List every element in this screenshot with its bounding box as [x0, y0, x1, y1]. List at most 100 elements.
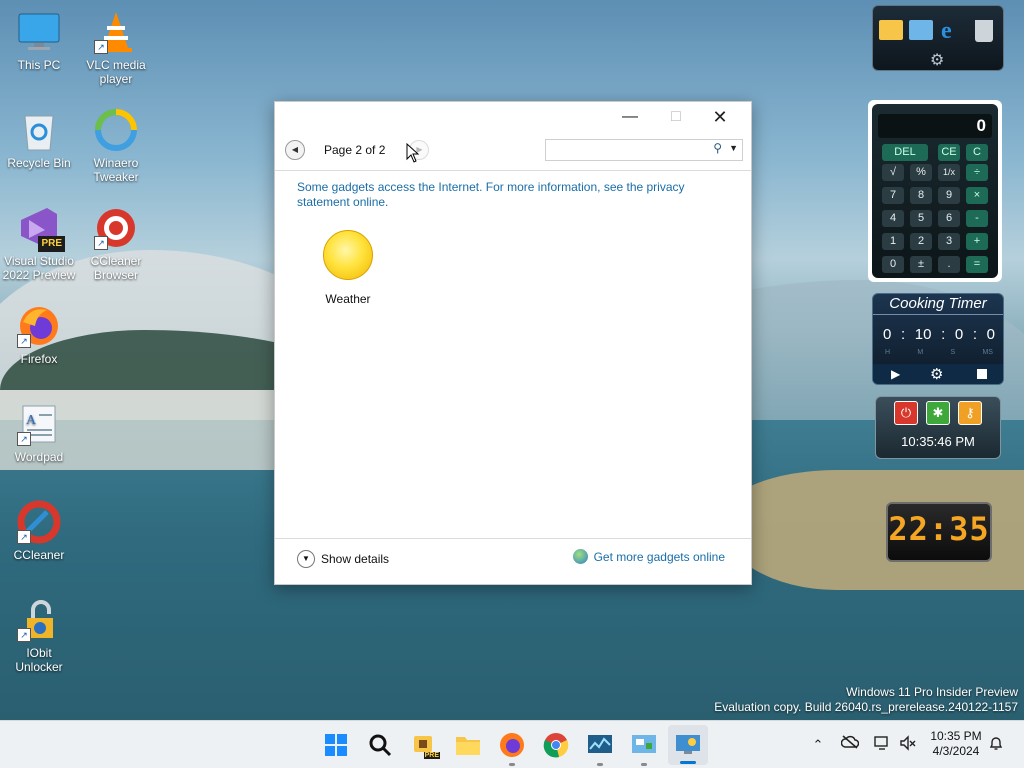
calc-decimal-button[interactable]: .: [938, 256, 960, 273]
taskbar-control-panel[interactable]: [628, 729, 660, 766]
trash-icon[interactable]: [975, 20, 993, 42]
notification-bell-icon[interactable]: [986, 735, 1006, 755]
desktop-icon-label: This PC: [17, 58, 61, 72]
shortcut-arrow-icon: ↗: [94, 40, 108, 54]
show-hidden-icons-button[interactable]: ⌃: [808, 735, 828, 755]
previous-page-button[interactable]: ◀: [285, 140, 305, 160]
privacy-notice-link[interactable]: Some gadgets access the Internet. For mo…: [297, 180, 717, 210]
windows-logo-icon: [325, 734, 347, 756]
stop-icon[interactable]: [977, 369, 987, 379]
calc-4-button[interactable]: 4: [882, 210, 904, 227]
desktop-icon-winaero[interactable]: Winaero Tweaker: [78, 108, 154, 184]
control-panel-icon[interactable]: [909, 20, 933, 40]
calc-5-button[interactable]: 5: [910, 210, 932, 227]
calc-2-button[interactable]: 2: [910, 233, 932, 250]
taskbar-chrome[interactable]: [540, 729, 572, 761]
running-indicator: [641, 763, 647, 766]
taskbar-gadgets-active[interactable]: [668, 725, 708, 765]
volume-muted-icon[interactable]: [898, 735, 918, 755]
folder-icon[interactable]: [879, 20, 903, 40]
get-more-gadgets-link[interactable]: Get more gadgets online: [572, 549, 725, 564]
start-button[interactable]: [320, 729, 352, 761]
calc-divide-button[interactable]: ÷: [966, 164, 988, 181]
chevron-down-icon[interactable]: ▼: [729, 143, 738, 153]
gadget-label: Weather: [325, 292, 371, 306]
lock-key-icon[interactable]: ⚷: [958, 401, 982, 425]
calc-multiply-button[interactable]: ×: [966, 187, 988, 204]
timer-unit-label: H: [885, 349, 891, 356]
desktop-icon-firefox[interactable]: ↗ Firefox: [1, 304, 77, 366]
gadget-search-box[interactable]: ⚲ ▼: [545, 139, 743, 161]
calc-reciprocal-button[interactable]: 1/x: [938, 164, 960, 181]
timer-unit-label: MS: [982, 349, 993, 356]
calc-c-button[interactable]: C: [966, 144, 988, 161]
gear-icon[interactable]: ⚙: [930, 50, 944, 70]
clock-date: 4/3/2024: [932, 744, 980, 758]
gadget-weather[interactable]: Weather: [311, 230, 385, 306]
show-details-button[interactable]: ▼ Show details: [297, 550, 389, 568]
calc-plus-button[interactable]: +: [966, 233, 988, 250]
calc-6-button[interactable]: 6: [938, 210, 960, 227]
calc-ce-button[interactable]: CE: [938, 144, 960, 161]
cooking-timer-gadget: Cooking Timer 0 : 10 : 0 : 0 H M S MS ▶ …: [872, 293, 1004, 385]
onedrive-offline-icon[interactable]: [840, 735, 860, 755]
desktop-icon-recycle-bin[interactable]: Recycle Bin: [1, 108, 77, 170]
shortcut-arrow-icon: ↗: [17, 530, 31, 544]
taskbar-clock[interactable]: 10:35 PM 4/3/2024: [926, 729, 986, 759]
desktop-icon-visual-studio[interactable]: PRE Visual Studio 2022 Preview: [1, 206, 77, 282]
ccleaner-browser-icon: ↗: [94, 206, 138, 250]
vlc-cone-icon: ↗: [94, 10, 138, 54]
running-indicator: [597, 763, 603, 766]
calc-1-button[interactable]: 1: [882, 233, 904, 250]
desktop-icon-vlc[interactable]: ↗ VLC media player: [78, 10, 154, 86]
play-icon[interactable]: ▶: [891, 367, 900, 381]
page-indicator: Page 2 of 2: [324, 143, 386, 157]
shortcut-arrow-icon: ↗: [17, 628, 31, 642]
calculator-display-value: 0: [976, 116, 986, 135]
maximize-button[interactable]: □: [653, 102, 699, 132]
desktop-icon-this-pc[interactable]: This PC: [1, 10, 77, 72]
search-taskbar-button[interactable]: [364, 729, 396, 761]
calc-9-button[interactable]: 9: [938, 187, 960, 204]
recycle-bin-icon: [17, 108, 61, 152]
calc-equals-button[interactable]: =: [966, 256, 988, 273]
desktop-icon-ccleaner-browser[interactable]: ↗ CCleaner Browser: [78, 206, 154, 282]
mouse-cursor-icon: [406, 143, 420, 163]
weather-sun-icon: [323, 230, 373, 280]
calc-percent-button[interactable]: %: [910, 164, 932, 181]
calc-3-button[interactable]: 3: [938, 233, 960, 250]
timer-separator: :: [900, 326, 906, 343]
desktop-icon-ccleaner[interactable]: ↗ CCleaner: [1, 500, 77, 562]
shutdown-icon[interactable]: ⏻: [894, 401, 918, 425]
pre-badge: PRE: [38, 236, 65, 252]
taskbar-firefox[interactable]: [496, 729, 528, 766]
minimize-button[interactable]: —: [607, 102, 653, 132]
calc-sqrt-button[interactable]: √: [882, 164, 904, 181]
calc-minus-button[interactable]: -: [966, 210, 988, 227]
calc-del-button[interactable]: DEL: [882, 144, 928, 161]
desktop-icon-label: Recycle Bin: [7, 156, 71, 170]
timer-minutes: 10: [914, 326, 932, 343]
calc-sign-button[interactable]: ±: [910, 256, 932, 273]
shortcut-arrow-icon: ↗: [17, 334, 31, 348]
get-more-label: Get more gadgets online: [593, 549, 725, 564]
gear-icon[interactable]: ⚙: [930, 365, 943, 383]
calc-8-button[interactable]: 8: [910, 187, 932, 204]
taskbar-file-explorer[interactable]: [452, 729, 484, 761]
close-button[interactable]: ✕: [697, 102, 743, 132]
calc-0-button[interactable]: 0: [882, 256, 904, 273]
monitor-icon: [17, 10, 61, 54]
taskbar-monitor-app[interactable]: [584, 729, 616, 766]
internet-explorer-icon[interactable]: e: [941, 18, 952, 45]
network-icon[interactable]: [872, 735, 892, 755]
calculator-display: 0: [878, 114, 992, 138]
desktop-icon-label: Firefox: [20, 352, 58, 366]
quick-launch-gadget: e ⚙: [872, 5, 1004, 71]
timer-readout: 0 : 10 : 0 : 0: [883, 326, 995, 343]
gadget-search-input[interactable]: [550, 140, 704, 160]
restart-icon[interactable]: ✱: [926, 401, 950, 425]
calc-7-button[interactable]: 7: [882, 187, 904, 204]
taskbar-app-preview[interactable]: PRE: [408, 729, 440, 761]
desktop-icon-iobit-unlocker[interactable]: ↗ IObit Unlocker: [1, 598, 77, 674]
desktop-icon-wordpad[interactable]: A ↗ Wordpad: [1, 402, 77, 464]
